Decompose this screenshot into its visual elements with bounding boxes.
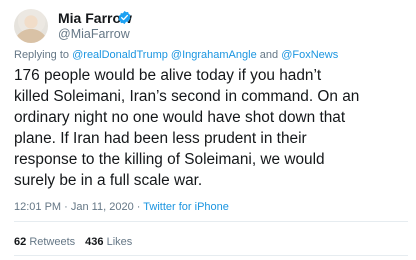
divider	[14, 221, 408, 222]
meta-separator: ·	[64, 201, 68, 213]
tweet-time[interactable]: 12:01 PM	[14, 201, 61, 213]
verified-badge-icon	[118, 10, 131, 25]
tweet-stats: 62 Retweets 436 Likes	[14, 235, 132, 249]
retweets-stat[interactable]: 62 Retweets	[14, 236, 75, 248]
likes-count: 436	[85, 236, 104, 248]
replying-to-conjunction: and	[259, 49, 279, 61]
replying-to-line: Replying to @realDonaldTrump @IngrahamAn…	[14, 48, 338, 62]
tweet-meta: 12:01 PM · Jan 11, 2020 · Twitter for iP…	[14, 200, 229, 214]
likes-stat[interactable]: 436 Likes	[85, 236, 132, 248]
tweet-source-link[interactable]: Twitter for iPhone	[143, 201, 229, 213]
tweet-date[interactable]: Jan 11, 2020	[71, 201, 134, 213]
tweet-text-line: killed Soleimani, Iran’s second in comma…	[14, 88, 360, 105]
avatar[interactable]	[14, 9, 48, 43]
meta-separator: ·	[136, 201, 141, 213]
divider	[14, 255, 408, 256]
likes-label: Likes	[106, 236, 133, 248]
tweet-text: 176 people would be alive today if you h…	[14, 65, 410, 191]
tweet-text-line: plane. If Iran had been less prudent in …	[14, 130, 307, 147]
tweet-text-line: surely be in a full scale war.	[14, 172, 203, 189]
tweet-card: Mia Farrow @MiaFarrow Replying to @realD…	[0, 0, 416, 260]
mention-link[interactable]: @realDonaldTrump	[72, 49, 168, 61]
tweet-text-line: ordinary night no one would have shot do…	[14, 109, 346, 126]
mention-link[interactable]: @IngrahamAngle	[171, 49, 257, 61]
retweets-count: 62	[14, 236, 27, 248]
tweet-text-line: response to the killing of Soleimani, we…	[14, 151, 325, 168]
replying-to-label: Replying to	[14, 49, 70, 61]
retweets-label: Retweets	[29, 236, 76, 248]
mention-link[interactable]: @FoxNews	[281, 49, 338, 61]
author-handle[interactable]: @MiaFarrow	[58, 27, 130, 41]
tweet-text-line: 176 people would be alive today if you h…	[14, 67, 322, 84]
